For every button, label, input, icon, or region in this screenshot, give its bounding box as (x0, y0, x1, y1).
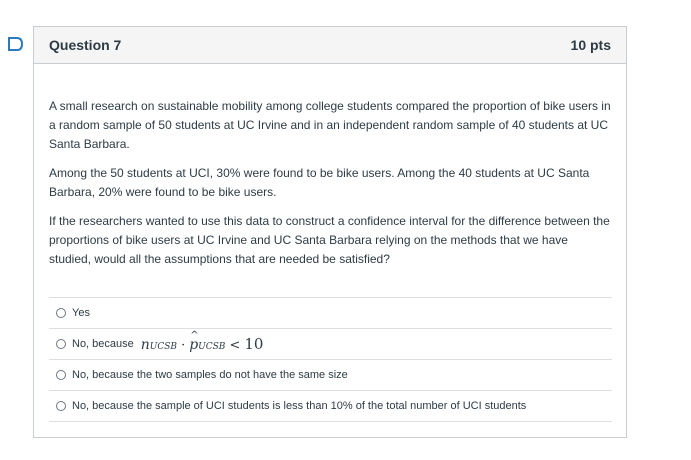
answer-label: Yes (72, 307, 90, 319)
math-p-hat: p (189, 330, 198, 353)
question-paragraph: A small research on sustainable mobility… (49, 99, 611, 151)
question-text: A small research on sustainable mobility… (34, 64, 626, 269)
radio-button[interactable] (56, 401, 66, 411)
answer-label: No, because the sample of UCI students i… (72, 400, 527, 412)
flag-question-icon[interactable] (7, 36, 25, 52)
math-less-than: < (229, 338, 241, 353)
answer-option-sample-count[interactable]: No, because nUCSB · pUCSB < 10 (49, 329, 612, 360)
math-expression: nUCSB · pUCSB < 10 (140, 330, 264, 353)
radio-button[interactable] (56, 370, 66, 380)
radio-button[interactable] (56, 339, 66, 349)
answer-label: No, because the two samples do not have … (72, 369, 348, 381)
question-paragraph: Among the 50 students at UCI, 30% were f… (49, 166, 590, 199)
question-paragraph: If the researchers wanted to use this da… (49, 214, 610, 266)
quiz-page: Question 7 10 pts A small research on su… (0, 0, 691, 460)
math-p-subscript: UCSB (198, 342, 226, 352)
answer-list: Yes No, because nUCSB · pUCSB < 10 No, b… (49, 297, 612, 422)
math-n-subscript: UCSB (149, 342, 178, 352)
answer-label: No, because (72, 338, 134, 350)
math-dot: · (181, 338, 186, 353)
answer-option-yes[interactable]: Yes (49, 298, 612, 329)
radio-button[interactable] (56, 308, 66, 318)
math-value: 10 (244, 335, 264, 353)
answer-option-sample-size[interactable]: No, because the two samples do not have … (49, 360, 612, 391)
math-n: n (140, 337, 150, 353)
question-title: Question 7 (49, 37, 122, 53)
question-header: Question 7 10 pts (34, 27, 626, 64)
question-card: Question 7 10 pts A small research on su… (33, 26, 627, 438)
answer-option-ten-percent[interactable]: No, because the sample of UCI students i… (49, 391, 612, 422)
question-points: 10 pts (570, 37, 611, 53)
